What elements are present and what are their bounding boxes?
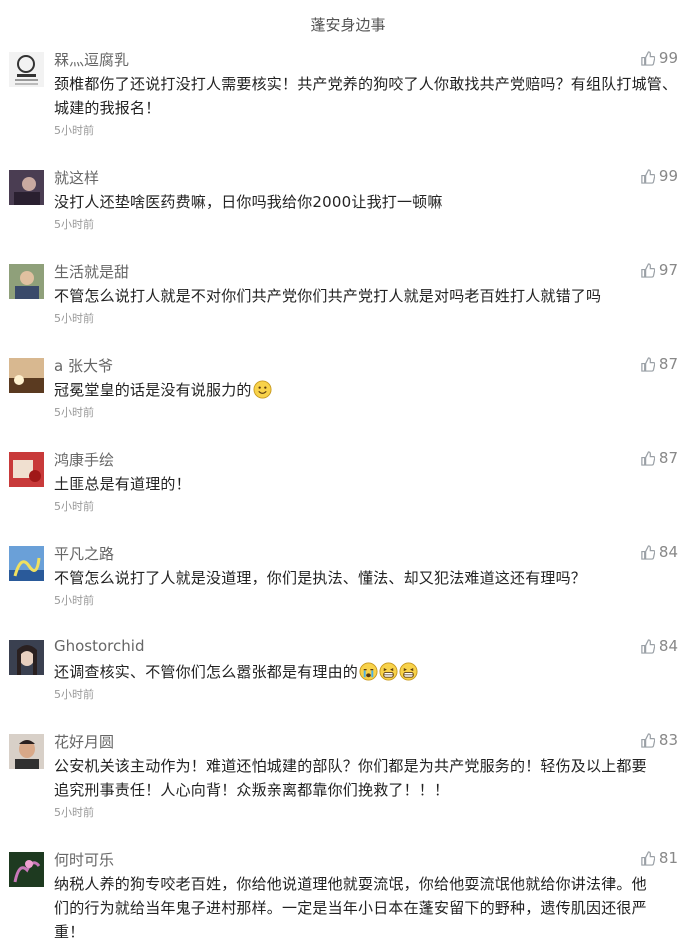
username[interactable]: Ghostorchid (54, 637, 144, 655)
comment-text: 土匪总是有道理的！ (54, 475, 191, 493)
comment-item: 平凡之路 84 不管怎么说打了人就是没道理，你们是执法、懂法、却又犯法难道这还有… (0, 543, 696, 607)
comment-text: 冠冕堂皇的话是没有说服力的 (54, 378, 684, 402)
username[interactable]: 何时可乐 (54, 849, 114, 870)
crying-emoji (359, 662, 378, 681)
like-count: 87 (658, 355, 678, 373)
thumbs-up-icon (641, 544, 655, 560)
comment-text-line: 重！ (54, 923, 85, 941)
comment-item: 生活就是甜 97 不管怎么说打人就是不对你们共产党你们共产党打人就是对吗老百姓打… (0, 261, 696, 325)
username[interactable]: 鸿康手绘 (54, 449, 114, 470)
like-button[interactable]: 99 (640, 49, 678, 67)
thumbs-up-icon (641, 168, 655, 184)
comment-item: a 张大爷 87 冠冕堂皇的话是没有说服力的 5小时前 (0, 355, 696, 419)
like-button[interactable]: 99 (640, 167, 678, 185)
thumbs-up-icon (641, 50, 655, 66)
thumbs-up-icon (641, 732, 655, 748)
timestamp: 5小时前 (54, 406, 94, 419)
like-button[interactable]: 97 (640, 261, 678, 279)
timestamp: 5小时前 (54, 594, 94, 607)
comment-text: 没打人还垫啥医药费嘛，日你吗我给你2000让我打一顿嘛 (54, 193, 443, 211)
like-button[interactable]: 83 (640, 731, 678, 749)
thumbs-up-icon (641, 356, 655, 372)
avatar[interactable] (9, 734, 44, 769)
thumbs-up-icon (641, 450, 655, 466)
avatar[interactable] (9, 170, 44, 205)
username[interactable]: 平凡之路 (54, 543, 114, 564)
like-button[interactable]: 84 (640, 637, 678, 655)
comment-item: 鸿康手绘 87 土匪总是有道理的！ 5小时前 (0, 449, 696, 513)
comment-text: 不管怎么说打了人就是没道理，你们是执法、懂法、却又犯法难道这还有理吗？ (54, 569, 587, 587)
comment-text-line: 纳税人养的狗专咬老百姓，你给他说道理他就耍流氓，你给他耍流氓他就给你讲法律。他 (54, 875, 647, 893)
avatar[interactable] (9, 358, 44, 393)
grinning-emoji (379, 662, 398, 681)
comment-text-body: 冠冕堂皇的话是没有说服力的 (54, 381, 252, 399)
avatar[interactable] (9, 546, 44, 581)
like-count: 97 (658, 261, 678, 279)
like-count: 81 (658, 849, 678, 867)
like-count: 83 (658, 731, 678, 749)
like-count: 99 (658, 49, 678, 67)
comment-text-line: 公安机关该主动作为！难道还怕城建的部队？你们都是为共产党服务的！轻伤及以上都要 (54, 757, 647, 775)
avatar[interactable] (9, 452, 44, 487)
comment-text-body: 还调查核实、不管你们怎么嚣张都是有理由的 (54, 663, 359, 681)
comment-text: 公安机关该主动作为！难道还怕城建的部队？你们都是为共产党服务的！轻伤及以上都要 … (54, 754, 684, 802)
timestamp: 5小时前 (54, 500, 94, 513)
comment-text: 不管怎么说打人就是不对你们共产党你们共产党打人就是对吗老百姓打人就错了吗 (54, 287, 602, 305)
comment-text-line: 追究刑事责任！人心向背！众叛亲离都靠你们挽救了！！！ (54, 781, 450, 799)
like-count: 84 (658, 543, 678, 561)
like-button[interactable]: 81 (640, 849, 678, 867)
thumbs-up-icon (641, 262, 655, 278)
comment-item: 花好月圆 83 公安机关该主动作为！难道还怕城建的部队？你们都是为共产党服务的！… (0, 731, 696, 819)
avatar[interactable] (9, 52, 44, 87)
avatar[interactable] (9, 852, 44, 887)
avatar[interactable] (9, 640, 44, 675)
username[interactable]: a 张大爷 (54, 355, 113, 376)
comment-text: 颈椎都伤了还说打没打人需要核实！共产党养的狗咬了人你敢找共产党赔吗？有组队打城管… (54, 75, 678, 117)
comment-item: 槑灬逗腐乳 99 颈椎都伤了还说打没打人需要核实！共产党养的狗咬了人你敢找共产党… (0, 49, 696, 138)
timestamp: 5小时前 (54, 218, 94, 231)
comment-text: 纳税人养的狗专咬老百姓，你给他说道理他就耍流氓，你给他耍流氓他就给你讲法律。他 … (54, 872, 684, 944)
thumbs-up-icon (641, 638, 655, 654)
like-button[interactable]: 84 (640, 543, 678, 561)
comment-text-line: 们的行为就给当年鬼子进村那样。一定是当年小日本在蓬安留下的野种，遗传肌因还很严 (54, 899, 647, 917)
timestamp: 5小时前 (54, 312, 94, 325)
timestamp: 5小时前 (54, 124, 94, 137)
smile-emoji (253, 380, 272, 399)
username[interactable]: 生活就是甜 (54, 261, 129, 282)
page-title: 蓬安身边事 (310, 16, 386, 34)
like-button[interactable]: 87 (640, 449, 678, 467)
like-button[interactable]: 87 (640, 355, 678, 373)
comment-item: Ghostorchid 84 还调查核实、不管你们怎么嚣张都是有理由的 5小时前 (0, 637, 696, 701)
avatar[interactable] (9, 264, 44, 299)
username[interactable]: 就这样 (54, 167, 99, 188)
like-count: 84 (658, 637, 678, 655)
like-count: 99 (658, 167, 678, 185)
comment-item: 何时可乐 81 纳税人养的狗专咬老百姓，你给他说道理他就耍流氓，你给他耍流氓他就… (0, 849, 696, 941)
like-count: 87 (658, 449, 678, 467)
comment-item: 就这样 99 没打人还垫啥医药费嘛，日你吗我给你2000让我打一顿嘛 5小时前 (0, 167, 696, 231)
grinning-emoji (399, 662, 418, 681)
comment-text: 还调查核实、不管你们怎么嚣张都是有理由的 (54, 660, 684, 684)
username[interactable]: 槑灬逗腐乳 (54, 49, 129, 70)
username[interactable]: 花好月圆 (54, 731, 114, 752)
thumbs-up-icon (641, 850, 655, 866)
timestamp: 5小时前 (54, 806, 94, 819)
timestamp: 5小时前 (54, 688, 94, 701)
